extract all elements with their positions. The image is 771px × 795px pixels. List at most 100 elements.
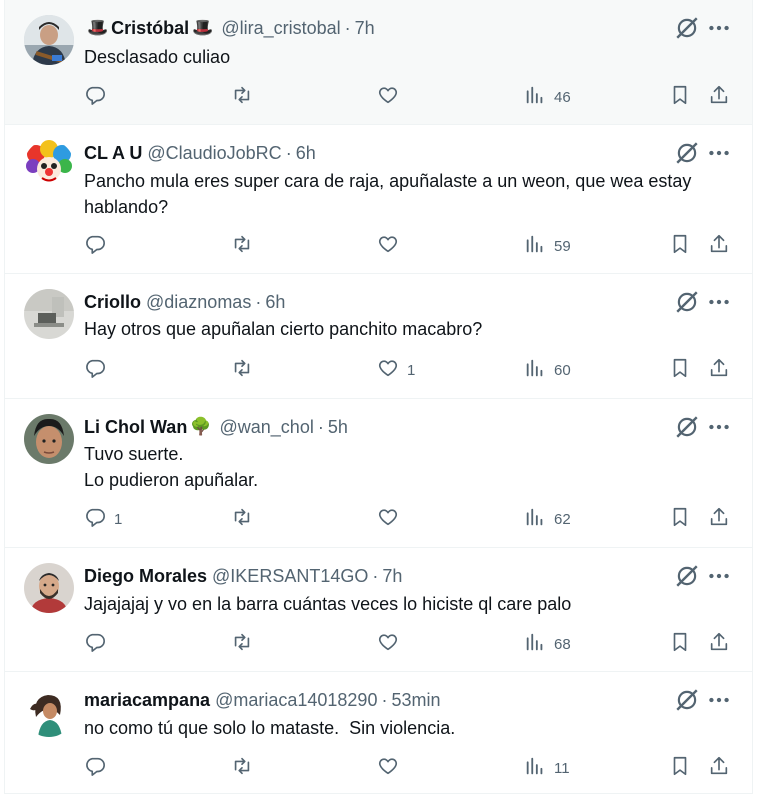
user-handle[interactable]: @mariaca14018290 xyxy=(215,689,377,711)
share-icon xyxy=(708,233,730,259)
repost-icon xyxy=(231,84,253,110)
tweet[interactable]: Li Chol Wan 🌳 @wan_chol · 5h Tuvo suerte… xyxy=(5,399,752,548)
grok-icon[interactable] xyxy=(674,140,700,166)
like-button[interactable]: 1 xyxy=(377,357,415,383)
reply-button[interactable]: 1 xyxy=(84,506,122,532)
reply-icon xyxy=(84,233,106,259)
repost-button[interactable] xyxy=(231,357,253,383)
heart-icon xyxy=(377,357,399,383)
user-handle[interactable]: @ClaudioJobRC xyxy=(147,142,281,164)
tweet-header: CL A U @ClaudioJobRC · 6h xyxy=(84,142,672,164)
user-handle[interactable]: @wan_chol xyxy=(220,416,314,438)
heart-icon xyxy=(377,631,399,657)
separator-dot: · xyxy=(317,417,324,437)
user-handle[interactable]: @IKERSANT14GO xyxy=(212,565,368,587)
repost-button[interactable] xyxy=(231,631,253,657)
top-hat-emoji: 🎩 xyxy=(87,18,109,37)
repost-icon xyxy=(231,631,253,657)
share-icon xyxy=(708,631,730,657)
bookmark-button[interactable] xyxy=(669,631,691,657)
bookmark-button[interactable] xyxy=(669,755,691,781)
display-name[interactable]: Cristóbal xyxy=(111,17,189,39)
tweet[interactable]: mariacampana @mariaca14018290 · 53min no… xyxy=(5,672,752,794)
more-options-icon[interactable] xyxy=(706,414,732,440)
user-handle[interactable]: @lira_cristobal xyxy=(221,17,340,39)
timestamp[interactable]: 7h xyxy=(382,565,402,587)
repost-button[interactable] xyxy=(231,755,253,781)
timestamp[interactable]: 6h xyxy=(265,291,285,313)
grok-icon[interactable] xyxy=(674,563,700,589)
bookmark-button[interactable] xyxy=(669,84,691,110)
share-button[interactable] xyxy=(708,506,730,532)
bookmark-button[interactable] xyxy=(669,357,691,383)
grok-icon[interactable] xyxy=(674,15,700,41)
timestamp[interactable]: 53min xyxy=(391,689,440,711)
tweet[interactable]: Criollo @diaznomas · 6h Hay otros que ap… xyxy=(5,274,752,399)
display-name[interactable]: Criollo xyxy=(84,291,141,313)
more-options-icon[interactable] xyxy=(706,289,732,315)
heart-icon xyxy=(377,506,399,532)
bookmark-button[interactable] xyxy=(669,506,691,532)
repost-button[interactable] xyxy=(231,506,253,532)
action-bar: 1 60 xyxy=(84,357,738,383)
reply-button[interactable] xyxy=(84,233,114,259)
analytics-icon xyxy=(524,631,546,657)
repost-icon xyxy=(231,506,253,532)
more-options-icon[interactable] xyxy=(706,140,732,166)
views-button[interactable]: 60 xyxy=(524,357,571,383)
reply-button[interactable] xyxy=(84,755,114,781)
views-button[interactable]: 62 xyxy=(524,506,571,532)
avatar[interactable] xyxy=(24,414,74,464)
timestamp[interactable]: 7h xyxy=(355,17,375,39)
more-options-icon[interactable] xyxy=(706,15,732,41)
like-button[interactable] xyxy=(377,233,407,259)
separator-dot: · xyxy=(255,292,262,312)
display-name[interactable]: Diego Morales xyxy=(84,565,207,587)
more-options-icon[interactable] xyxy=(706,687,732,713)
user-handle[interactable]: @diaznomas xyxy=(146,291,251,313)
display-name[interactable]: CL A U xyxy=(84,142,142,164)
tweet[interactable]: 🎩 Cristóbal 🎩 @lira_cristobal · 7h Descl… xyxy=(5,0,752,125)
views-button[interactable]: 11 xyxy=(524,755,570,781)
reply-button[interactable] xyxy=(84,631,114,657)
like-button[interactable] xyxy=(377,755,407,781)
share-button[interactable] xyxy=(708,755,730,781)
more-options-icon[interactable] xyxy=(706,563,732,589)
timestamp[interactable]: 5h xyxy=(328,416,348,438)
views-button[interactable]: 59 xyxy=(524,233,571,259)
timestamp[interactable]: 6h xyxy=(296,142,316,164)
avatar[interactable] xyxy=(24,563,74,613)
reply-button[interactable] xyxy=(84,84,114,110)
tweet[interactable]: CL A U @ClaudioJobRC · 6h Pancho mula er… xyxy=(5,125,752,274)
share-icon xyxy=(708,755,730,781)
avatar[interactable] xyxy=(24,289,74,339)
like-button[interactable] xyxy=(377,631,407,657)
tweet-header: Diego Morales @IKERSANT14GO · 7h xyxy=(84,565,672,587)
views-button[interactable]: 46 xyxy=(524,84,571,110)
bookmark-icon xyxy=(669,506,691,532)
avatar[interactable] xyxy=(24,687,74,737)
display-name[interactable]: mariacampana xyxy=(84,689,210,711)
repost-icon xyxy=(231,755,253,781)
grok-icon[interactable] xyxy=(674,687,700,713)
tweet-header: Criollo @diaznomas · 6h xyxy=(84,291,672,313)
share-button[interactable] xyxy=(708,631,730,657)
share-button[interactable] xyxy=(708,233,730,259)
avatar[interactable] xyxy=(24,15,74,65)
bookmark-button[interactable] xyxy=(669,233,691,259)
views-button[interactable]: 68 xyxy=(524,631,571,657)
like-button[interactable] xyxy=(377,84,407,110)
grok-icon[interactable] xyxy=(674,414,700,440)
reply-button[interactable] xyxy=(84,357,114,383)
avatar[interactable] xyxy=(24,140,74,190)
grok-icon[interactable] xyxy=(674,289,700,315)
reply-icon xyxy=(84,357,106,383)
share-button[interactable] xyxy=(708,357,730,383)
like-button[interactable] xyxy=(377,506,407,532)
tweet-text-line: Tuvo suerte. xyxy=(84,444,184,464)
repost-button[interactable] xyxy=(231,233,253,259)
display-name[interactable]: Li Chol Wan xyxy=(84,416,187,438)
share-button[interactable] xyxy=(708,84,730,110)
repost-button[interactable] xyxy=(231,84,253,110)
tweet[interactable]: Diego Morales @IKERSANT14GO · 7h Jajajaj… xyxy=(5,548,752,672)
